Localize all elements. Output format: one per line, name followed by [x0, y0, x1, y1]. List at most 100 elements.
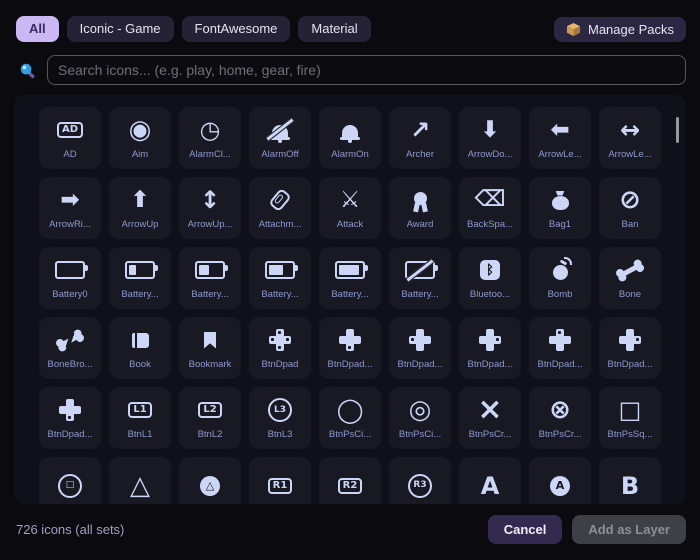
- icon-cell[interactable]: BtnDpad...: [389, 317, 451, 379]
- arrow-up-icon: ⬆: [130, 186, 150, 213]
- icon-label: BtnDpad: [261, 359, 299, 370]
- ban-icon: ⊘: [619, 185, 641, 215]
- icon-cell[interactable]: BtnDpad...: [459, 317, 521, 379]
- tab-iconic-game[interactable]: Iconic - Game: [66, 16, 174, 42]
- icon-grid-panel: AD AD ◉ Aim ◷ AlarmCl... AlarmOff AlarmOn ↗ Arche…: [14, 95, 686, 504]
- icon-cell[interactable]: L3 BtnL3: [249, 387, 311, 449]
- icon-cell[interactable]: △: [179, 457, 241, 504]
- bone-broken-icon: [52, 326, 88, 354]
- add-as-layer-button[interactable]: Add as Layer: [572, 515, 686, 544]
- icon-label: BtnPsCr...: [538, 429, 582, 440]
- icon-cell[interactable]: Bomb: [529, 247, 591, 309]
- icon-label: ArrowUp: [121, 219, 159, 230]
- icon-cell[interactable]: ◎ BtnPsCi...: [389, 387, 451, 449]
- dpad-up-icon: [542, 326, 578, 354]
- icon-cell[interactable]: R3: [389, 457, 451, 504]
- battery-1-icon: [122, 256, 158, 284]
- icon-cell[interactable]: Bookmark: [179, 317, 241, 379]
- icon-label: Attachm...: [258, 219, 302, 230]
- icon-cell[interactable]: ➡ ArrowRi...: [39, 177, 101, 239]
- filter-tab-bar: All Iconic - Game FontAwesome Material M…: [0, 0, 700, 42]
- tab-all[interactable]: All: [16, 16, 59, 42]
- icon-cell[interactable]: Award: [389, 177, 451, 239]
- icon-cell[interactable]: BoneBro...: [39, 317, 101, 379]
- icon-label: Attack: [336, 219, 364, 230]
- icon-cell[interactable]: A: [529, 457, 591, 504]
- icon-cell[interactable]: Battery...: [249, 247, 311, 309]
- icon-label: BtnDpad...: [467, 359, 513, 370]
- icon-cell[interactable]: BtnDpad...: [39, 387, 101, 449]
- icon-cell[interactable]: Battery...: [319, 247, 381, 309]
- icon-cell[interactable]: ◉ Aim: [109, 107, 171, 169]
- icon-cell[interactable]: L2 BtnL2: [179, 387, 241, 449]
- icon-cell[interactable]: ⊘ Ban: [599, 177, 661, 239]
- tab-fontawesome[interactable]: FontAwesome: [181, 16, 291, 42]
- icon-cell[interactable]: Bag1: [529, 177, 591, 239]
- icon-cell[interactable]: B: [599, 457, 661, 504]
- icon-label: BoneBro...: [47, 359, 93, 370]
- icon-cell[interactable]: Attachm...: [249, 177, 311, 239]
- icon-cell[interactable]: L1 BtnL1: [109, 387, 171, 449]
- btn-l1-icon: L1: [122, 396, 158, 424]
- icon-cell[interactable]: AD AD: [39, 107, 101, 169]
- icon-label: BtnDpad...: [607, 359, 653, 370]
- arrow-up-down-icon: ↕: [199, 186, 221, 214]
- icon-label: AlarmCl...: [189, 149, 231, 160]
- icon-label: AD: [63, 149, 77, 160]
- bookmark-icon: [192, 326, 228, 354]
- icon-cell[interactable]: Bone: [599, 247, 661, 309]
- icon-cell[interactable]: ᛒ Bluetoo...: [459, 247, 521, 309]
- icon-cell[interactable]: ⬅ ArrowLe...: [529, 107, 591, 169]
- search-row: [0, 42, 700, 85]
- icon-cell[interactable]: Book: [109, 317, 171, 379]
- icon-cell[interactable]: □: [39, 457, 101, 504]
- icon-cell[interactable]: Battery...: [179, 247, 241, 309]
- cancel-button[interactable]: Cancel: [487, 515, 563, 544]
- icon-cell[interactable]: ◷ AlarmCl...: [179, 107, 241, 169]
- icon-cell[interactable]: BtnDpad...: [319, 317, 381, 379]
- icon-cell[interactable]: AlarmOff: [249, 107, 311, 169]
- manage-packs-button[interactable]: Manage Packs: [554, 16, 686, 42]
- icon-cell[interactable]: AlarmOn: [319, 107, 381, 169]
- icon-label: BtnPsCr...: [468, 429, 512, 440]
- icon-cell[interactable]: ◯ BtnPsCi...: [319, 387, 381, 449]
- icon-cell[interactable]: Battery...: [109, 247, 171, 309]
- icon-grid: AD AD ◉ Aim ◷ AlarmCl... AlarmOff AlarmOn ↗ Arche…: [14, 95, 686, 504]
- tab-material[interactable]: Material: [298, 16, 371, 42]
- battery-4-icon: [332, 256, 368, 284]
- icon-cell[interactable]: ⊗ BtnPsCr...: [529, 387, 591, 449]
- triangle-circle-icon: △: [192, 472, 228, 500]
- icon-label: AlarmOff: [261, 149, 299, 160]
- icon-cell[interactable]: Battery0: [39, 247, 101, 309]
- btn-a-circle-icon: A: [542, 472, 578, 500]
- icon-label: Aim: [131, 149, 149, 160]
- package-icon: [566, 22, 581, 37]
- icon-cell[interactable]: ⚔ Attack: [319, 177, 381, 239]
- icon-cell[interactable]: ↔ ArrowLe...: [599, 107, 661, 169]
- icon-cell[interactable]: ⬇ ArrowDo...: [459, 107, 521, 169]
- ps-square-icon: □: [618, 396, 642, 424]
- icon-cell[interactable]: Battery...: [389, 247, 451, 309]
- scrollbar-thumb[interactable]: [676, 117, 679, 143]
- icon-cell[interactable]: R2: [319, 457, 381, 504]
- dpad-left-icon: [402, 326, 438, 354]
- icon-cell[interactable]: ↗ Archer: [389, 107, 451, 169]
- icon-cell[interactable]: ⬆ ArrowUp: [109, 177, 171, 239]
- icon-cell[interactable]: BtnDpad...: [529, 317, 591, 379]
- icon-cell[interactable]: R1: [249, 457, 311, 504]
- icon-label: Battery...: [261, 289, 299, 300]
- arrow-left-icon: ⬅: [550, 116, 570, 143]
- icon-cell[interactable]: ⌫ BackSpa...: [459, 177, 521, 239]
- icon-cell[interactable]: □ BtnPsSq...: [599, 387, 661, 449]
- icon-cell[interactable]: A: [459, 457, 521, 504]
- icon-cell[interactable]: BtnDpad: [249, 317, 311, 379]
- icon-cell[interactable]: × BtnPsCr...: [459, 387, 521, 449]
- btn-r1-icon: R1: [262, 472, 298, 500]
- icon-cell[interactable]: △: [109, 457, 171, 504]
- btn-a-icon: A: [480, 471, 500, 500]
- manage-packs-label: Manage Packs: [588, 21, 674, 37]
- icon-cell[interactable]: BtnDpad...: [599, 317, 661, 379]
- search-input[interactable]: [47, 55, 686, 85]
- alarm-on-icon: [332, 116, 368, 144]
- icon-cell[interactable]: ↕ ArrowUp...: [179, 177, 241, 239]
